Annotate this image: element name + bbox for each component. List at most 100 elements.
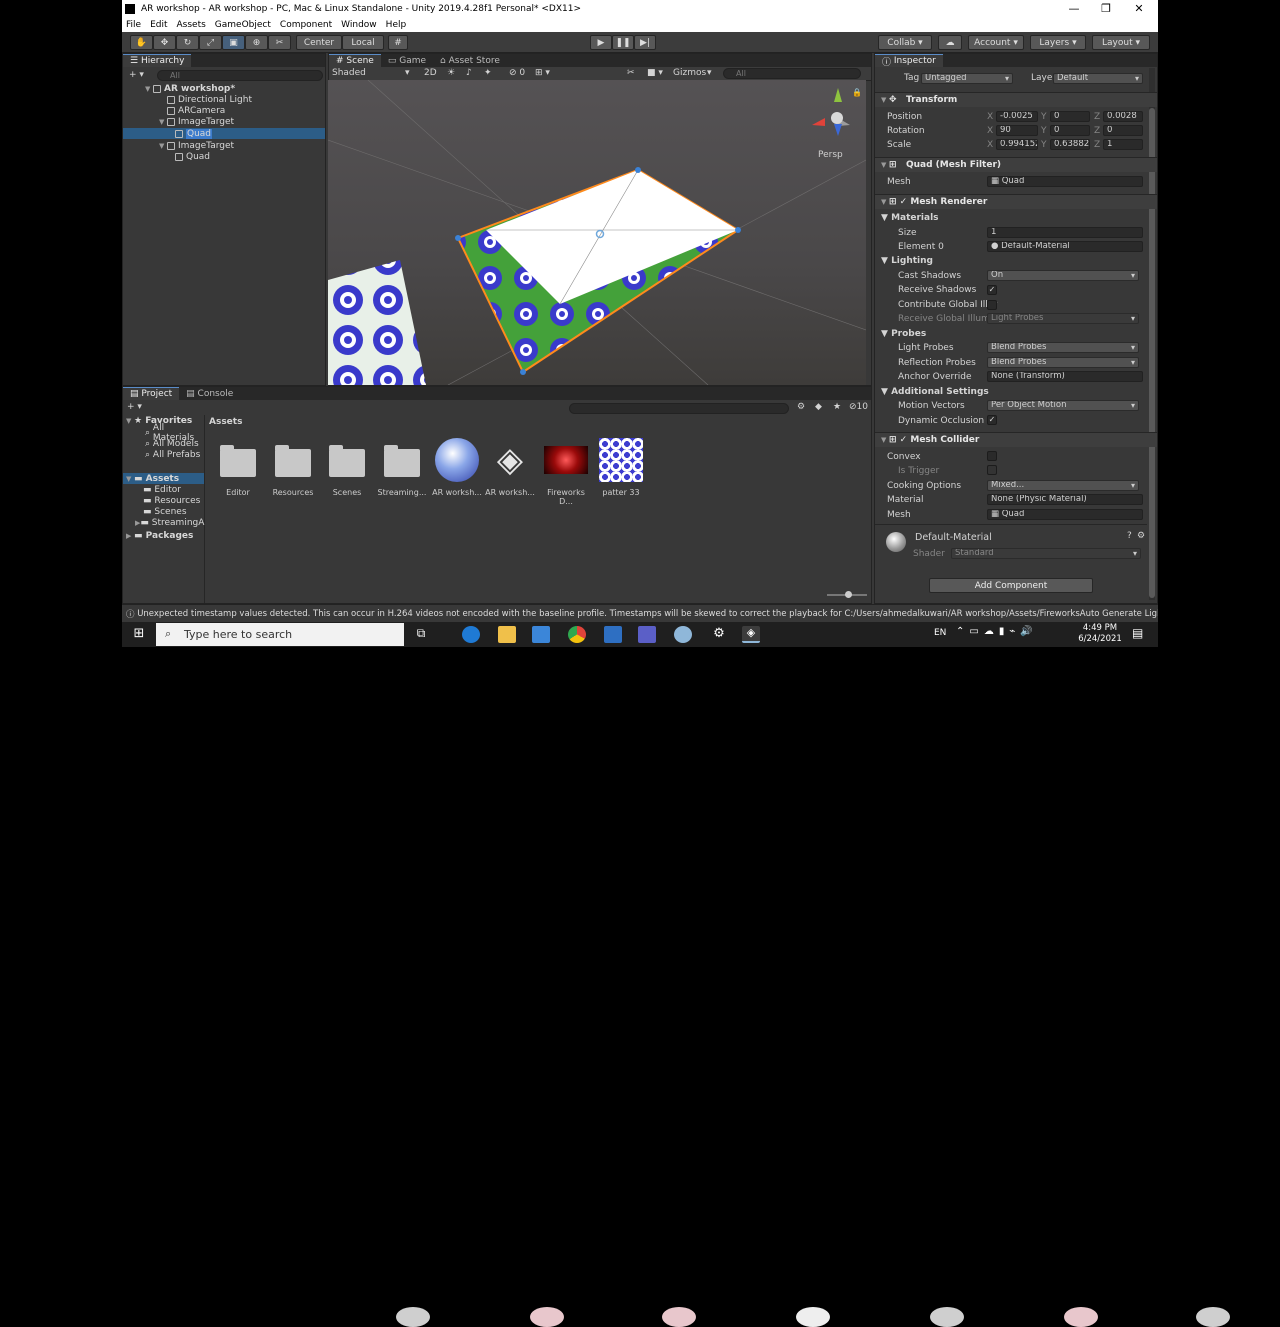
tab-project[interactable]: ▤ Project [123,387,180,400]
unity-taskbar-icon[interactable]: ◈ [742,626,760,643]
scale-y-field[interactable]: 0.638826 [1050,139,1090,150]
convex-checkbox[interactable] [987,451,997,461]
anchor-override-field[interactable]: None (Transform) [987,371,1143,382]
cooking-options-dropdown[interactable]: Mixed... [987,480,1139,491]
menu-file[interactable]: File [126,20,141,30]
chrome-icon[interactable] [568,626,586,643]
menu-edit[interactable]: Edit [150,20,167,30]
layout-dropdown[interactable]: Layout ▾ [1092,35,1150,50]
hand-tool-icon[interactable]: ✋ [130,35,153,50]
windows-start-icon[interactable]: ⊞ [130,626,148,643]
layer-dropdown[interactable]: Default [1053,73,1143,84]
tab-game[interactable]: ▭ Game [381,54,433,67]
asset-folder[interactable]: ▬ Editor [123,484,204,495]
settings-gear-icon[interactable]: ⚙ [710,626,728,643]
second-quad[interactable] [328,260,426,385]
grid-snap-icon[interactable]: # [388,35,408,50]
materials-foldout[interactable]: ▼ Materials [881,213,939,223]
tab-hierarchy[interactable]: ☰ Hierarchy [123,54,192,67]
gizmos-dropdown[interactable]: Gizmos [673,68,706,78]
asset-folder[interactable]: ▬ Scenes [123,506,204,517]
menu-gameobject[interactable]: GameObject [215,20,271,30]
collab-dropdown[interactable]: Collab ▾ [878,35,932,50]
scene-gizmo-icon[interactable] [812,88,850,136]
filter-label-icon[interactable]: ◆ [815,402,822,412]
rect-tool-icon[interactable]: ▣ [222,35,245,50]
effects-toggle-icon[interactable]: ✦ [484,68,492,78]
tab-inspector[interactable]: ⓘ Inspector [875,54,943,68]
store-icon[interactable] [532,626,550,643]
custom-tool-icon[interactable]: ✂ [268,35,291,50]
vpn-icon[interactable] [674,626,692,643]
grid-toggle-icon[interactable]: ⊞ ▾ [535,68,550,78]
receive-gi-dropdown[interactable]: Light Probes [987,313,1139,324]
asset-folder[interactable]: ▬ Resources [123,495,204,506]
rotation-y-field[interactable]: 0 [1050,125,1090,136]
favorite-item[interactable]: ⌕ All Materials [123,423,204,443]
thumbnail-size-slider[interactable] [827,591,867,598]
asset-item[interactable]: Scenes [320,438,374,497]
menu-window[interactable]: Window [341,20,377,30]
scene-root-row[interactable]: ▼ AR workshop* [123,83,325,94]
inspector-scrollbar[interactable] [1149,68,1155,600]
material-help-icon[interactable]: ? [1127,531,1132,541]
scale-x-field[interactable]: 0.994152 [996,139,1038,150]
rotation-z-field[interactable]: 0 [1103,125,1143,136]
cloud-icon[interactable]: ☁ [938,35,962,50]
close-button[interactable]: ✕ [1123,0,1155,17]
persp-label[interactable]: Persp [818,150,843,160]
hierarchy-item-selected[interactable]: Quad [123,128,325,139]
favorite-item[interactable]: ⌕ All Prefabs [123,449,204,460]
contribute-gi-checkbox[interactable] [987,300,997,310]
add-component-button[interactable]: Add Component [929,578,1093,593]
breadcrumb[interactable]: Assets [209,417,242,427]
scale-z-field[interactable]: 1 [1103,139,1143,150]
rect-handle-icon[interactable] [635,167,641,173]
hierarchy-item[interactable]: ▼ ImageTarget [123,140,325,151]
asset-item[interactable]: Editor [211,438,265,497]
lighting-foldout[interactable]: ▼ Lighting [881,256,933,266]
filter-type-icon[interactable]: ⚙ [797,402,805,412]
asset-item[interactable]: Fireworks D... [539,438,593,506]
layers-dropdown[interactable]: Layers ▾ [1030,35,1086,50]
mesh-collider-header[interactable]: ▼ ⊞ ✓ Mesh Collider [875,432,1157,447]
2d-toggle[interactable]: 2D [424,68,437,78]
collider-material-field[interactable]: None (Physic Material) [987,494,1143,505]
tag-dropdown[interactable]: Untagged [921,73,1013,84]
project-add-button[interactable]: + ▾ [127,402,142,412]
rect-handle-icon[interactable] [520,369,526,375]
position-z-field[interactable]: 0.0028 [1103,111,1143,122]
shading-dropdown[interactable]: Shaded [332,68,366,78]
play-button[interactable]: ▶ [590,35,612,50]
asset-item[interactable]: Resources [266,438,320,497]
hidden-packages-toggle[interactable]: ⊘10 [849,402,868,412]
mesh-filter-header[interactable]: ▼ ⊞ Quad (Mesh Filter) [875,157,1157,172]
is-trigger-checkbox[interactable] [987,465,997,475]
hierarchy-item[interactable]: ▼ ImageTarget [123,116,325,127]
hierarchy-item[interactable]: Quad [123,151,325,162]
rotate-tool-icon[interactable]: ↻ [176,35,199,50]
size-field[interactable]: 1 [987,227,1143,238]
scene-viewport[interactable]: Persp 🔒 [328,80,866,385]
rotation-x-field[interactable]: 90 [996,125,1038,136]
step-button[interactable]: ▶| [634,35,656,50]
clock-time[interactable]: 4:49 PM [1080,623,1120,633]
account-dropdown[interactable]: Account ▾ [968,35,1024,50]
taskbar-search-input[interactable]: ⌕ Type here to search [156,623,404,646]
position-y-field[interactable]: 0 [1050,111,1090,122]
transform-header[interactable]: ▼ ✥ Transform [875,92,1157,107]
material-settings-icon[interactable]: ⚙ [1137,531,1145,541]
tab-scene[interactable]: # Scene [329,54,381,67]
language-indicator[interactable]: EN [934,628,946,638]
scene-search-input[interactable]: All [723,68,861,79]
tab-console[interactable]: ▤ Console [179,387,240,400]
tab-asset-store[interactable]: ⌂ Asset Store [433,54,507,67]
teams-icon[interactable] [638,626,656,643]
minimize-button[interactable]: — [1058,0,1090,17]
pivot-toggle[interactable]: Center [296,35,342,50]
mesh-field[interactable]: ▦ Quad [987,176,1143,187]
status-bar[interactable]: ⓘ Unexpected timestamp values detected. … [122,604,1158,622]
asset-item[interactable]: Streaming... [375,438,429,497]
task-view-icon[interactable]: ⧉ [412,626,430,643]
asset-folder[interactable]: ▶ ▬ StreamingA [123,517,204,528]
